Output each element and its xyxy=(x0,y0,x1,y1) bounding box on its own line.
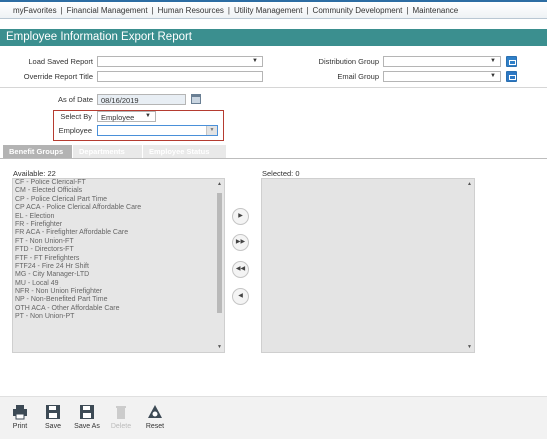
fast-forward-icon: ▶▶ xyxy=(235,239,246,245)
print-button[interactable]: Print xyxy=(5,404,35,430)
list-item[interactable]: NFR - Non Union Firefighter xyxy=(13,288,224,296)
top-nav: myFavorites | Financial Management | Human R… xyxy=(0,0,547,19)
save-as-button[interactable]: Save As xyxy=(72,404,102,430)
email-group-select[interactable]: ▼ xyxy=(383,71,501,82)
nav-separator: | xyxy=(306,6,309,15)
nav-separator: | xyxy=(406,6,409,15)
override-report-title-label: Override Report Title xyxy=(23,72,93,81)
chevron-down-icon: ▼ xyxy=(252,58,258,64)
list-item[interactable]: CP - Police Clerical Part Time xyxy=(13,196,224,204)
chevron-down-icon: ▼ xyxy=(490,73,496,79)
available-count: Available: 22 xyxy=(13,169,56,178)
distribution-group-edit-icon[interactable] xyxy=(506,56,517,67)
distribution-group-select[interactable]: ▼ xyxy=(383,56,501,67)
list-item[interactable]: MG - City Manager-LTD xyxy=(13,271,224,279)
section-divider xyxy=(0,87,547,88)
rewind-icon: ◀◀ xyxy=(235,266,246,272)
save-button[interactable]: Save xyxy=(38,404,68,430)
save-label: Save xyxy=(45,423,61,430)
select-by-select[interactable]: Employee ▼ xyxy=(97,111,156,122)
delete-button[interactable]: Delete xyxy=(106,404,136,430)
list-item[interactable]: CM - Elected Officials xyxy=(13,187,224,195)
move-all-right-button[interactable]: ▶▶ xyxy=(232,234,249,251)
nav-separator: | xyxy=(227,6,230,15)
scroll-down-icon[interactable]: ▼ xyxy=(217,344,222,350)
delete-label: Delete xyxy=(110,423,132,430)
move-left-button[interactable]: ◀ xyxy=(232,288,249,305)
trash-icon xyxy=(113,404,129,420)
list-item[interactable]: CF - Police Clerical-FT xyxy=(13,179,224,187)
email-group-label: Email Group xyxy=(337,72,379,81)
scroll-down-icon[interactable]: ▼ xyxy=(467,344,472,350)
page: myFavorites | Financial Management | Human R… xyxy=(0,0,547,439)
chevron-down-icon[interactable]: ▼ xyxy=(206,126,217,135)
move-right-button[interactable]: ▶ xyxy=(232,208,249,225)
bottom-toolbar: Print Save Save As Delete Reset xyxy=(0,396,547,439)
email-group-edit-icon[interactable] xyxy=(506,71,517,82)
chevron-down-icon: ▼ xyxy=(490,58,496,64)
tab-underline xyxy=(0,158,547,159)
list-item[interactable]: FR ACA - Firefighter Affordable Care xyxy=(13,229,224,237)
available-items: CF - Police Clerical-FT CM - Elected Offi… xyxy=(13,179,224,322)
play-icon: ▶ xyxy=(238,213,243,219)
list-item[interactable]: CP ACA - Police Clerical Affordable Care xyxy=(13,204,224,212)
nav-separator: | xyxy=(151,6,154,15)
list-item[interactable]: PT - Non Union-PT xyxy=(13,313,224,321)
floppy-disk-icon xyxy=(79,404,95,420)
list-item[interactable]: NP - Non-Benefited Part Time xyxy=(13,296,224,304)
distribution-group-label: Distribution Group xyxy=(318,57,379,66)
printer-icon xyxy=(12,404,28,420)
list-item[interactable]: OTH ACA - Other Affordable Care xyxy=(13,305,224,313)
floppy-disk-icon xyxy=(45,404,61,420)
scroll-thumb[interactable] xyxy=(217,193,222,313)
list-item[interactable]: FTF24 - Fire 24 Hr Shift xyxy=(13,263,224,271)
as-of-date-label: As of Date xyxy=(57,95,93,104)
list-item[interactable]: FTD - Directors-FT xyxy=(13,246,224,254)
tab-benefit-groups[interactable]: Benefit Groups xyxy=(3,145,72,158)
selected-count: Selected: 0 xyxy=(262,169,300,178)
list-item[interactable]: FTF - FT Firefighters xyxy=(13,255,224,263)
available-list[interactable]: CF - Police Clerical-FT CM - Elected Offi… xyxy=(12,178,225,353)
move-all-left-button[interactable]: ◀◀ xyxy=(232,261,249,278)
tab-employee-status[interactable]: Employee Status xyxy=(143,145,226,158)
selected-list[interactable]: ▲ ▼ xyxy=(261,178,475,353)
list-item[interactable]: MU - Local 49 xyxy=(13,280,224,288)
calendar-icon[interactable] xyxy=(191,94,201,104)
reset-button[interactable]: Reset xyxy=(140,404,170,430)
print-label: Print xyxy=(12,423,28,430)
list-item[interactable]: FR - Firefighter xyxy=(13,221,224,229)
list-item[interactable]: FT - Non Union-FT xyxy=(13,238,224,246)
available-scrollbar[interactable]: ▲ ▼ xyxy=(216,179,224,352)
override-report-title-input[interactable] xyxy=(97,71,263,82)
back-icon: ◀ xyxy=(238,293,243,299)
chevron-down-icon: ▼ xyxy=(145,113,151,119)
nav-item-myfavorites[interactable]: myFavorites xyxy=(13,6,57,15)
nav-item-financial-management[interactable]: Financial Management xyxy=(67,6,148,15)
tab-departments[interactable]: Departments xyxy=(73,145,142,158)
reset-label: Reset xyxy=(145,423,165,430)
scroll-up-icon[interactable]: ▲ xyxy=(467,181,472,187)
load-saved-report-select[interactable]: ▼ xyxy=(97,56,263,67)
nav-item-maintenance[interactable]: Maintenance xyxy=(412,6,458,15)
employee-combobox[interactable]: ▼ xyxy=(97,125,218,136)
load-saved-report-label: Load Saved Report xyxy=(28,57,93,66)
nav-separator: | xyxy=(60,6,63,15)
reset-icon xyxy=(147,404,163,420)
list-item[interactable]: EL - Election xyxy=(13,213,224,221)
as-of-date-input[interactable]: 08/16/2019 xyxy=(97,94,186,105)
save-as-label: Save As xyxy=(74,423,100,430)
nav-item-community-development[interactable]: Community Development xyxy=(313,6,403,15)
nav-item-utility-management[interactable]: Utility Management xyxy=(234,6,302,15)
select-by-label: Select By xyxy=(60,112,92,121)
nav-item-human-resources[interactable]: Human Resources xyxy=(158,6,224,15)
selected-scrollbar[interactable]: ▲ ▼ xyxy=(466,179,474,352)
select-by-value: Employee xyxy=(101,113,135,122)
page-title: Employee Information Export Report xyxy=(0,29,547,46)
employee-label: Employee xyxy=(58,126,92,135)
scroll-up-icon[interactable]: ▲ xyxy=(217,181,222,187)
